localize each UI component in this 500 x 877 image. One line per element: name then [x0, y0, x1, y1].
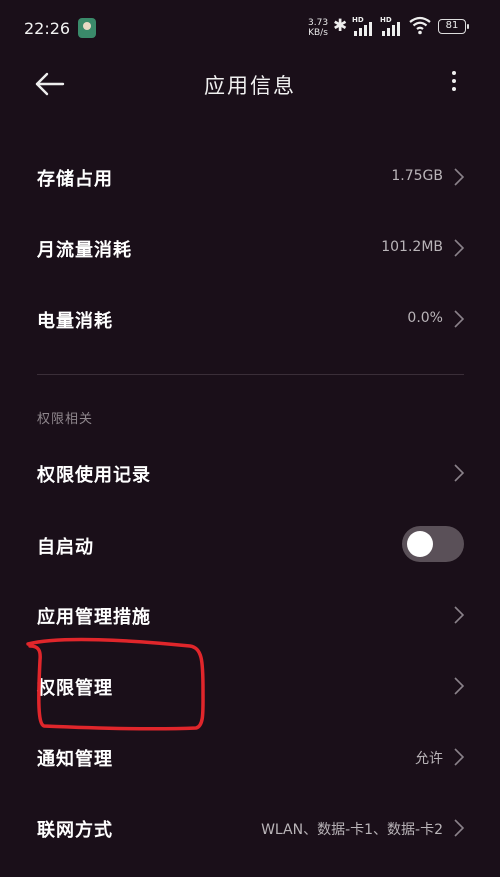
- network-speed-value: 3.73: [308, 18, 329, 28]
- signal-sim2-icon: HD: [380, 16, 406, 36]
- battery-usage-row[interactable]: 电量消耗 0.0%: [0, 290, 500, 350]
- data-usage-row[interactable]: 月流量消耗 101.2MB: [0, 219, 500, 279]
- chevron-right-icon: [454, 464, 464, 482]
- section-divider: [37, 374, 464, 375]
- chevron-right-icon: [454, 677, 464, 695]
- permission-management-row[interactable]: 权限管理: [0, 657, 500, 717]
- notification-management-row[interactable]: 通知管理 允许: [0, 728, 500, 788]
- chevron-right-icon: [454, 606, 464, 624]
- app-management-label: 应用管理措施: [37, 607, 151, 628]
- app-notification-icon: [78, 18, 96, 38]
- chevron-right-icon: [454, 748, 464, 766]
- toggle-knob: [407, 531, 433, 557]
- app-bar: 应用信息: [0, 58, 500, 110]
- network-mode-label: 联网方式: [37, 820, 113, 841]
- network-speed: 3.73 KB/s: [308, 18, 328, 38]
- app-management-row[interactable]: 应用管理措施: [0, 586, 500, 646]
- chevron-right-icon: [454, 168, 464, 186]
- bluetooth-icon: ✱: [333, 16, 348, 36]
- network-mode-value: WLAN、数据-卡1、数据-卡2: [261, 822, 443, 838]
- chevron-right-icon: [454, 819, 464, 837]
- data-usage-value: 101.2MB: [381, 239, 443, 255]
- network-mode-row[interactable]: 联网方式 WLAN、数据-卡1、数据-卡2: [0, 799, 500, 859]
- permission-records-row[interactable]: 权限使用记录: [0, 444, 500, 504]
- page-title: 应用信息: [204, 74, 296, 98]
- network-speed-unit: KB/s: [308, 28, 328, 38]
- notification-management-value: 允许: [415, 751, 443, 767]
- status-time: 22:26: [24, 19, 71, 38]
- storage-value: 1.75GB: [391, 168, 443, 184]
- status-bar: 22:26 3.73 KB/s ✱ HD HD 81: [0, 0, 500, 58]
- chevron-right-icon: [454, 310, 464, 328]
- notification-management-label: 通知管理: [37, 749, 113, 770]
- battery-icon: 81: [438, 19, 469, 34]
- wifi-icon: [409, 16, 431, 35]
- storage-label: 存储占用: [37, 169, 113, 190]
- autostart-label: 自启动: [37, 537, 94, 558]
- more-options-button[interactable]: [446, 68, 462, 98]
- storage-row[interactable]: 存储占用 1.75GB: [0, 148, 500, 208]
- chevron-right-icon: [454, 239, 464, 257]
- more-vertical-icon: [452, 71, 456, 75]
- battery-level: 81: [445, 20, 459, 31]
- data-usage-label: 月流量消耗: [37, 240, 132, 261]
- permission-management-label: 权限管理: [37, 678, 113, 699]
- autostart-toggle[interactable]: [402, 526, 464, 562]
- permission-records-label: 权限使用记录: [37, 465, 151, 486]
- autostart-row: 自启动: [0, 516, 500, 576]
- section-header-permissions: 权限相关: [37, 412, 94, 427]
- signal-sim1-icon: HD: [352, 16, 378, 36]
- battery-usage-value: 0.0%: [407, 310, 443, 326]
- battery-usage-label: 电量消耗: [37, 311, 113, 332]
